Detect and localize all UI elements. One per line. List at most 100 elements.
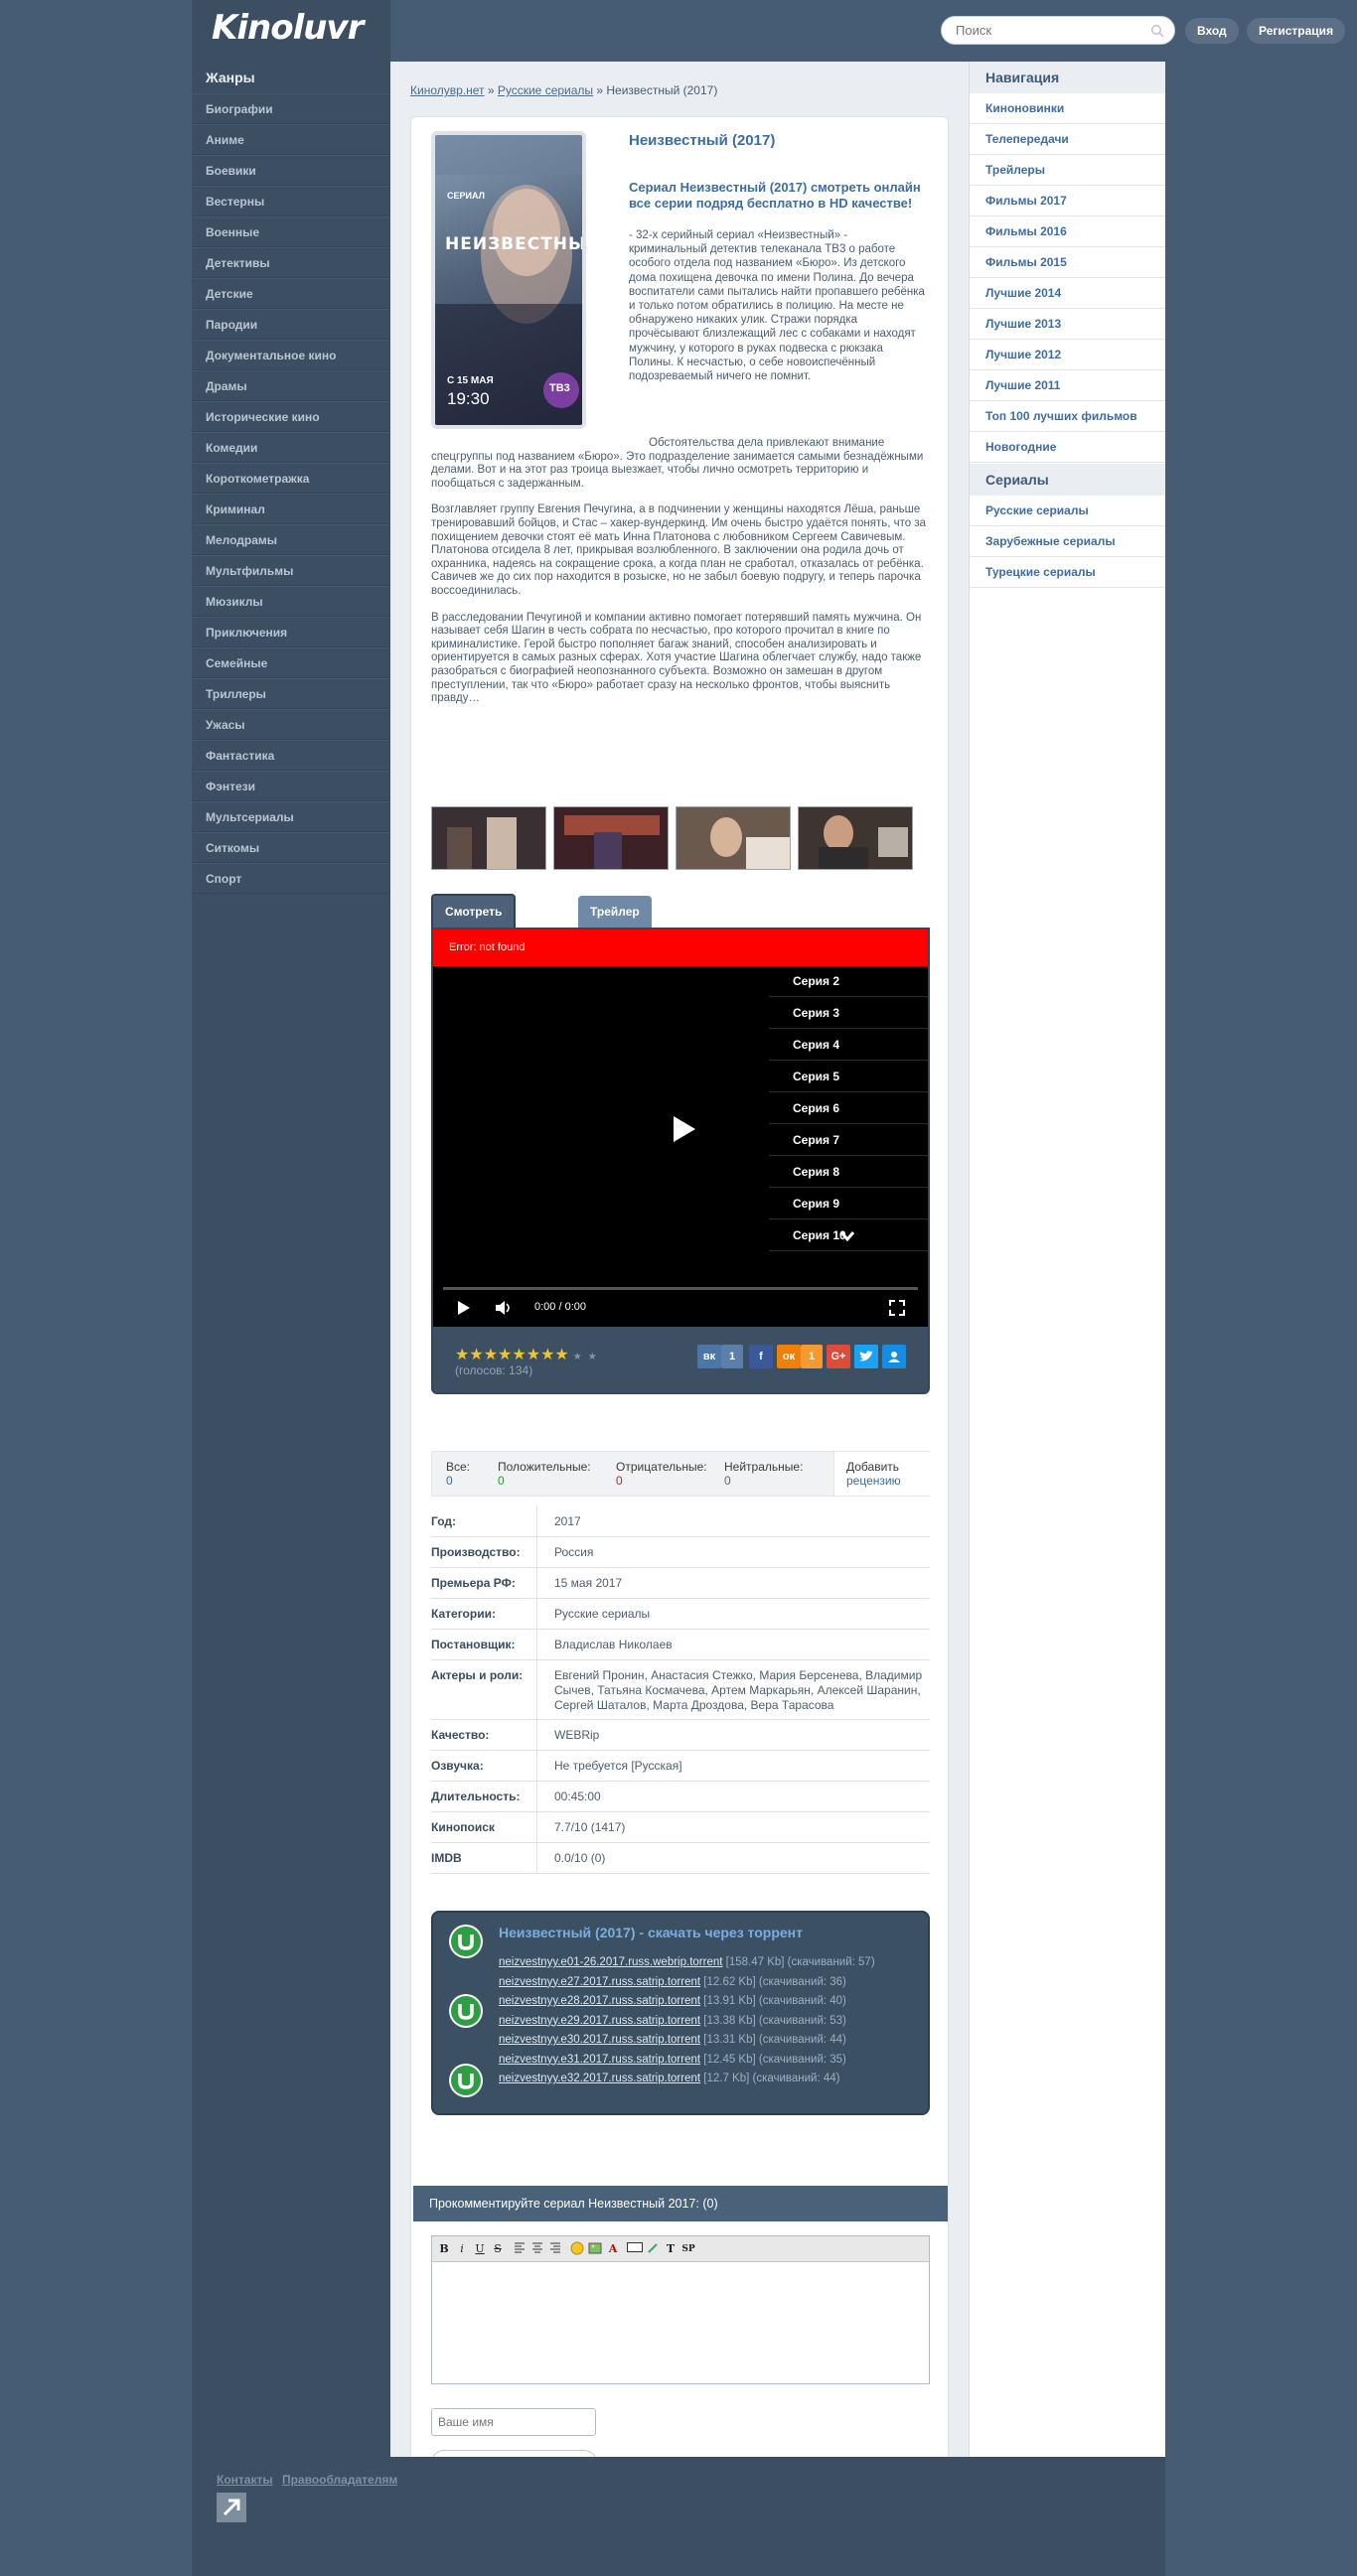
- genre-link[interactable]: Мультфильмы: [192, 555, 390, 586]
- login-button[interactable]: Вход: [1185, 18, 1239, 44]
- register-button[interactable]: Регистрация: [1247, 18, 1346, 44]
- play-icon[interactable]: [672, 1115, 697, 1143]
- series-link[interactable]: Турецкие сериалы: [970, 557, 1165, 588]
- spoiler-button[interactable]: SP: [680, 2241, 696, 2257]
- nav-link[interactable]: Новогодние: [970, 432, 1165, 463]
- genre-link[interactable]: Драмы: [192, 370, 390, 401]
- torrent-link[interactable]: neizvestnyy.e32.2017.russ.satrip.torrent: [499, 2073, 700, 2084]
- search-icon[interactable]: [1150, 24, 1164, 38]
- genre-link[interactable]: Исторические кино: [192, 401, 390, 432]
- align-right-icon[interactable]: [547, 2241, 563, 2257]
- nav-link[interactable]: Топ 100 лучших фильмов: [970, 401, 1165, 432]
- torrent-link[interactable]: neizvestnyy.e28.2017.russ.satrip.torrent: [499, 1995, 700, 2007]
- genre-link[interactable]: Приключения: [192, 617, 390, 647]
- genre-link[interactable]: Комедии: [192, 432, 390, 463]
- genre-link[interactable]: Триллеры: [192, 678, 390, 709]
- twitter-share-button[interactable]: [854, 1345, 878, 1368]
- genre-link[interactable]: Детские: [192, 278, 390, 309]
- tab-trailer[interactable]: Трейлер: [578, 896, 652, 928]
- nav-link[interactable]: Трейлеры: [970, 155, 1165, 186]
- chevron-down-icon[interactable]: [839, 1230, 855, 1242]
- link-icon[interactable]: [645, 2241, 661, 2257]
- mail-share-button[interactable]: [882, 1345, 906, 1368]
- tab-watch-online[interactable]: Смотреть онлайн: [431, 894, 517, 950]
- genre-link[interactable]: Документальное кино: [192, 340, 390, 370]
- genre-link[interactable]: Короткометражка: [192, 463, 390, 494]
- genre-link[interactable]: Биографии: [192, 93, 390, 124]
- nav-link[interactable]: Телепередачи: [970, 124, 1165, 155]
- torrent-link[interactable]: neizvestnyy.e01-26.2017.russ.webrip.torr…: [499, 1956, 722, 1968]
- torrent-link[interactable]: neizvestnyy.e30.2017.russ.satrip.torrent: [499, 2034, 700, 2046]
- genre-link[interactable]: Ситкомы: [192, 832, 390, 863]
- torrent-link[interactable]: neizvestnyy.e29.2017.russ.satrip.torrent: [499, 2015, 700, 2027]
- copyright-holders-link[interactable]: Правообладателям: [282, 2473, 397, 2487]
- episode-item[interactable]: Серия 6: [769, 1093, 928, 1124]
- torrent-link[interactable]: neizvestnyy.e31.2017.russ.satrip.torrent: [499, 2054, 700, 2066]
- genre-link[interactable]: Военные: [192, 216, 390, 247]
- ok-share-button[interactable]: ок: [777, 1345, 801, 1368]
- video-area[interactable]: Серия 2 Серия 3 Серия 4 Серия 5 Серия 6 …: [433, 966, 928, 1327]
- italic-button[interactable]: i: [454, 2241, 470, 2257]
- nav-link[interactable]: Киноновинки: [970, 93, 1165, 124]
- progress-bar[interactable]: [443, 1287, 918, 1290]
- google-plus-share-button[interactable]: G+: [827, 1345, 850, 1368]
- episode-item[interactable]: Серия 5: [769, 1062, 928, 1092]
- genre-link[interactable]: Семейные: [192, 647, 390, 678]
- add-review-button[interactable]: Добавить рецензию: [833, 1452, 931, 1496]
- genre-link[interactable]: Аниме: [192, 124, 390, 155]
- nav-link[interactable]: Фильмы 2016: [970, 216, 1165, 247]
- translit-button[interactable]: T: [663, 2241, 678, 2257]
- screenshot-thumbnail[interactable]: [431, 806, 546, 870]
- strike-button[interactable]: S: [490, 2241, 506, 2257]
- vk-share-button[interactable]: вк: [697, 1345, 721, 1368]
- episode-item[interactable]: Серия 3: [769, 998, 928, 1029]
- episode-item[interactable]: Серия 2: [769, 966, 928, 997]
- episode-item[interactable]: Серия 9: [769, 1189, 928, 1219]
- series-link[interactable]: Зарубежные сериалы: [970, 526, 1165, 557]
- nav-link[interactable]: Фильмы 2015: [970, 247, 1165, 278]
- nav-link[interactable]: Лучшие 2012: [970, 340, 1165, 370]
- episode-item[interactable]: Серия 7: [769, 1125, 928, 1156]
- contacts-link[interactable]: Контакты: [217, 2473, 273, 2487]
- scroll-up-icon[interactable]: [217, 2493, 246, 2522]
- genre-link[interactable]: Мелодрамы: [192, 524, 390, 555]
- hide-icon[interactable]: [627, 2241, 643, 2257]
- nav-link[interactable]: Фильмы 2017: [970, 186, 1165, 216]
- series-link[interactable]: Русские сериалы: [970, 496, 1165, 526]
- search-box[interactable]: [941, 16, 1175, 45]
- genre-link[interactable]: Детективы: [192, 247, 390, 278]
- nav-link[interactable]: Лучшие 2011: [970, 370, 1165, 401]
- name-input[interactable]: [431, 2408, 596, 2436]
- volume-icon[interactable]: [495, 1301, 513, 1315]
- play-button-icon[interactable]: [457, 1300, 471, 1316]
- breadcrumb-category-link[interactable]: Русские сериалы: [498, 83, 593, 97]
- screenshot-thumbnail[interactable]: [798, 806, 913, 870]
- search-input[interactable]: [956, 23, 1144, 38]
- genre-link[interactable]: Криминал: [192, 494, 390, 524]
- nav-link[interactable]: Лучшие 2014: [970, 278, 1165, 309]
- genre-link[interactable]: Мюзиклы: [192, 586, 390, 617]
- align-center-icon[interactable]: [529, 2241, 545, 2257]
- genre-link[interactable]: Спорт: [192, 863, 390, 894]
- episode-item[interactable]: Серия 8: [769, 1157, 928, 1188]
- torrent-link[interactable]: neizvestnyy.e27.2017.russ.satrip.torrent: [499, 1976, 700, 1988]
- screenshot-thumbnail[interactable]: [553, 806, 669, 870]
- comment-textarea[interactable]: [432, 2262, 929, 2383]
- genre-link[interactable]: Фэнтези: [192, 771, 390, 801]
- episode-item[interactable]: Серия 4: [769, 1030, 928, 1061]
- smiley-icon[interactable]: [569, 2241, 585, 2257]
- genre-link[interactable]: Фантастика: [192, 740, 390, 771]
- screenshot-thumbnail[interactable]: [676, 806, 791, 870]
- facebook-share-button[interactable]: f: [749, 1345, 773, 1368]
- fullscreen-icon[interactable]: [889, 1300, 905, 1316]
- genre-link[interactable]: Вестерны: [192, 186, 390, 216]
- align-left-icon[interactable]: [512, 2241, 528, 2257]
- bold-button[interactable]: B: [436, 2241, 452, 2257]
- rating-stars[interactable]: ★★★★★★★★ ★★: [455, 1345, 603, 1364]
- genre-link[interactable]: Боевики: [192, 155, 390, 186]
- nav-link[interactable]: Лучшие 2013: [970, 309, 1165, 340]
- film-poster[interactable]: СЕРИАЛ НЕИЗВЕСТНЫЙ С 15 МАЯ 19:30 ТВ3: [431, 131, 586, 429]
- text-color-icon[interactable]: A: [605, 2241, 621, 2257]
- underline-button[interactable]: U: [472, 2241, 488, 2257]
- site-logo[interactable]: Kinoluvr: [212, 8, 364, 48]
